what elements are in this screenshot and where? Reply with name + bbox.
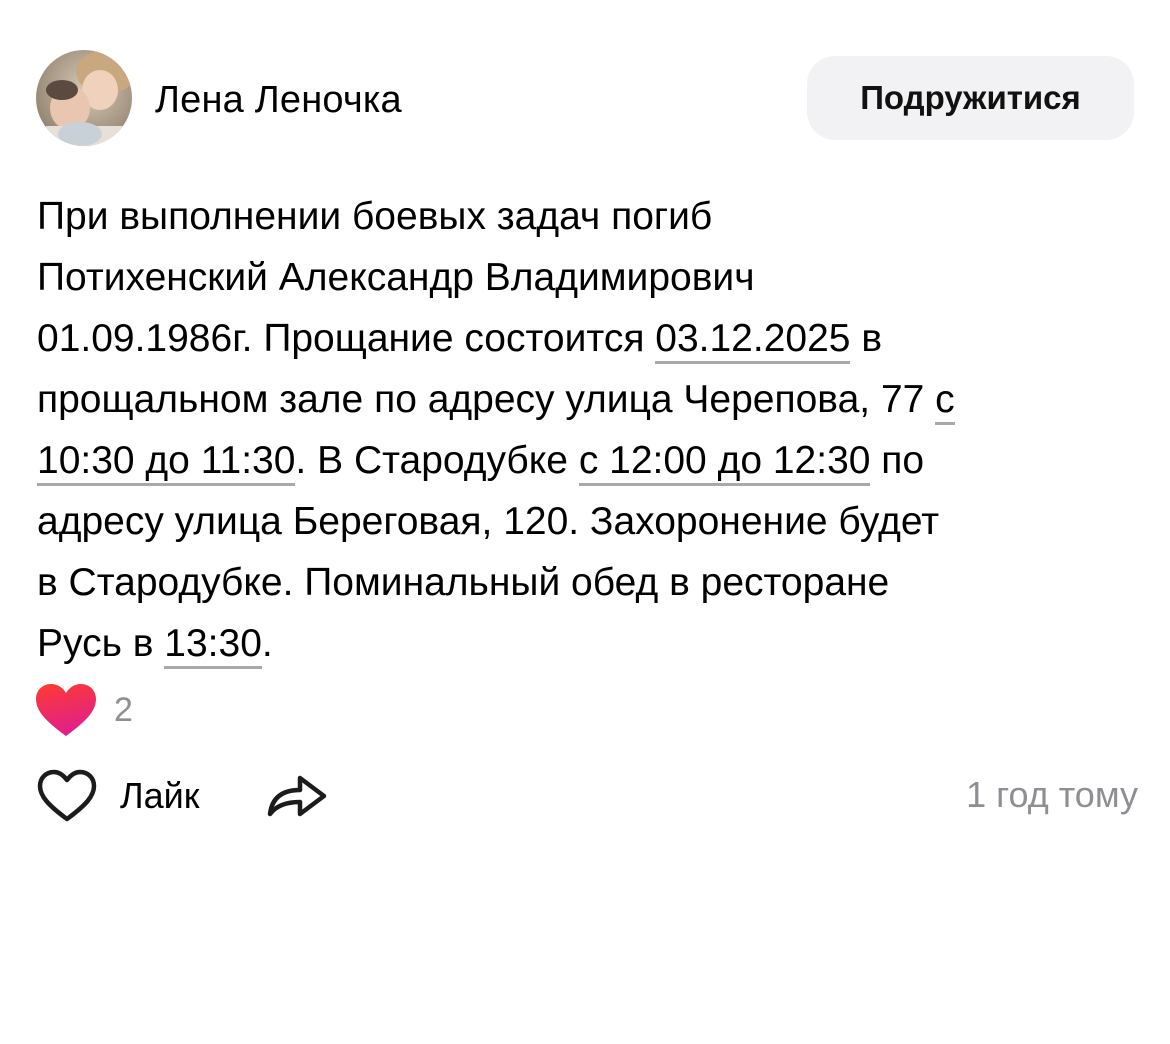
post-text-link[interactable]: с xyxy=(935,378,955,425)
post-text: При выполнении боевых задач погиб Потихен… xyxy=(37,186,1137,674)
reactions-summary[interactable]: 2 xyxy=(34,682,133,738)
post-text-link[interactable]: с 12:00 до 12:30 xyxy=(578,439,871,486)
heart-outline-icon xyxy=(37,769,97,822)
post-text-segment: . xyxy=(261,622,273,665)
post-text-line: адресу улица Береговая, 120. Захоронение… xyxy=(37,491,1137,552)
befriend-button[interactable]: Подружитися xyxy=(807,56,1134,140)
post-text-segment: прощальном зале по адресу улица Черепова… xyxy=(37,378,936,421)
post-text-segment: по xyxy=(870,439,925,482)
post-text-line: 10:30 до 11:30. В Стародубке с 12:00 до … xyxy=(37,430,1137,491)
post-text-link[interactable]: 03.12.2025 xyxy=(655,317,851,364)
author-avatar[interactable] xyxy=(36,50,132,146)
post-text-line: в Стародубке. Поминальный обед в рестора… xyxy=(37,552,1137,613)
post-text-segment: 01.09.1986г. Прощание состоится xyxy=(37,317,656,360)
share-button[interactable] xyxy=(264,764,330,824)
share-arrow-icon xyxy=(267,775,327,817)
post-text-line: При выполнении боевых задач погиб xyxy=(37,186,1137,247)
post-text-segment: . В Стародубке xyxy=(295,439,579,482)
post-text-link[interactable]: 13:30 xyxy=(164,622,262,669)
heart-reaction-icon xyxy=(36,684,96,736)
post-card: Лена Леночка Подружитися При выполнении … xyxy=(0,0,1170,1044)
post-text-segment: адресу улица Береговая, 120. Захоронение… xyxy=(37,500,940,543)
post-text-segment: Потихенский Александр Владимирович xyxy=(37,256,755,299)
reaction-count: 2 xyxy=(114,690,133,729)
post-text-segment: При выполнении боевых задач погиб xyxy=(37,195,713,238)
post-text-line: прощальном зале по адресу улица Черепова… xyxy=(37,369,1137,430)
post-timestamp: 1 год тому xyxy=(966,774,1138,815)
post-text-line: 01.09.1986г. Прощание состоится 03.12.20… xyxy=(37,308,1137,369)
like-label: Лайк xyxy=(120,775,200,816)
avatar-photo-icon xyxy=(36,50,132,146)
post-text-segment: в Стародубке. Поминальный обед в рестора… xyxy=(37,561,890,604)
author-name[interactable]: Лена Леночка xyxy=(155,78,402,122)
post-text-line: Потихенский Александр Владимирович xyxy=(37,247,1137,308)
post-text-segment: в xyxy=(850,317,883,360)
post-text-link[interactable]: 10:30 до 11:30 xyxy=(37,439,296,486)
like-button[interactable]: Лайк xyxy=(36,768,200,824)
post-text-line: Русь в 13:30. xyxy=(37,613,1137,674)
post-text-segment: Русь в xyxy=(37,622,165,665)
